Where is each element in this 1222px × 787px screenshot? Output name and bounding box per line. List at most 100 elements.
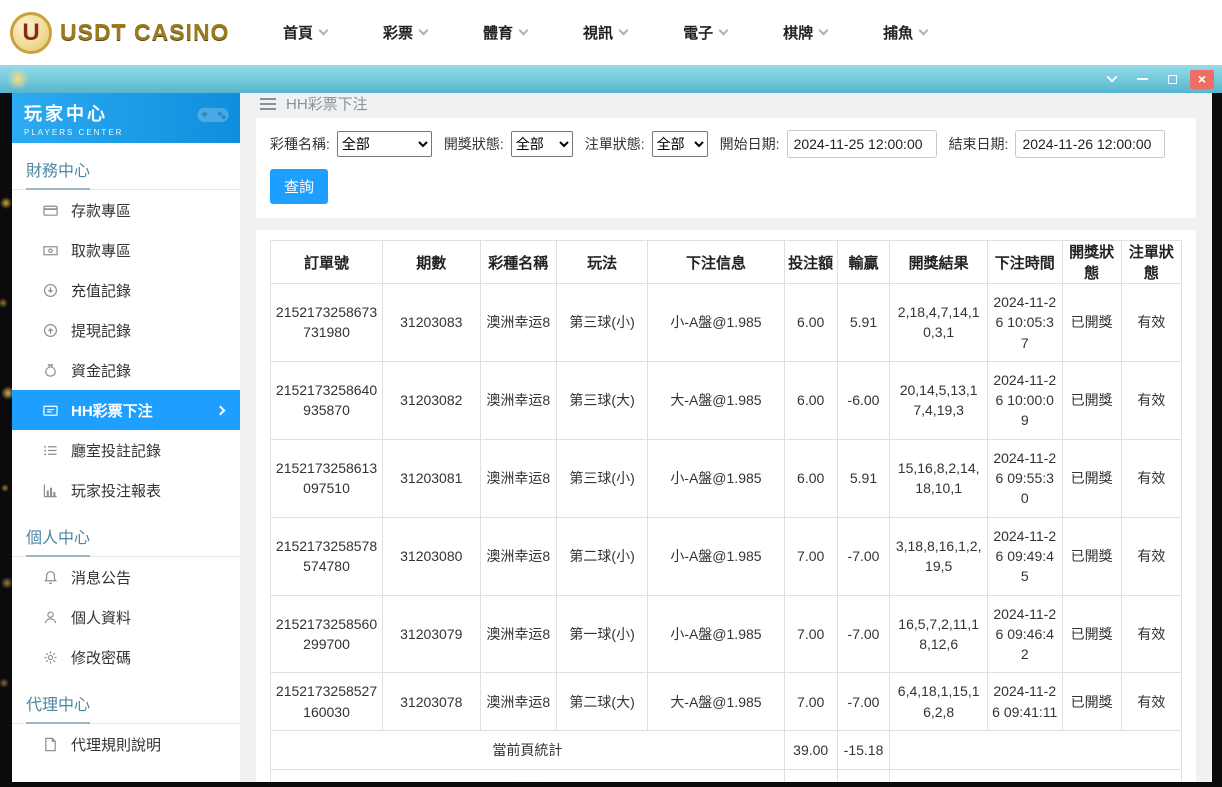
summary-row-total: 總統計39.00-15.18 [271, 770, 1182, 782]
cell-time: 2024-11-26 09:46:42 [987, 595, 1062, 673]
cell-result: 16,5,7,2,11,18,12,6 [890, 595, 987, 673]
sidebar-item[interactable]: 廳室投註記錄 [12, 430, 240, 470]
sidebar-item[interactable]: 修改密碼 [12, 637, 240, 677]
cell-amount: 6.00 [784, 361, 837, 439]
nav-item-6[interactable]: 棋牌 [783, 22, 827, 43]
cell-draw-status: 已開獎 [1062, 595, 1121, 673]
cell-period: 31203080 [383, 517, 480, 595]
chevron-right-icon [216, 405, 226, 415]
bet-status-select[interactable]: 全部 [652, 131, 708, 157]
nav-item-label: 視訊 [583, 22, 613, 43]
sidebar-item[interactable]: 個人資料 [12, 597, 240, 637]
sidebar-item[interactable]: HH彩票下注 [12, 390, 240, 430]
sidebar-item[interactable]: 代理規則說明 [12, 724, 240, 764]
logo: U USDT CASINO [10, 12, 255, 54]
cell-bet-status: 有效 [1121, 673, 1181, 731]
menu-icon[interactable] [260, 98, 276, 110]
table-body: 215217325867373198031203083澳洲幸运8第三球(小)小-… [271, 284, 1182, 783]
cell-play: 第二球(小) [557, 517, 648, 595]
cell-order: 2152173258640935870 [271, 361, 383, 439]
cell-winloss: -6.00 [837, 361, 890, 439]
nav-item-3[interactable]: 體育 [483, 22, 527, 43]
sidebar-item[interactable]: 取款專區 [12, 230, 240, 270]
cell-draw-status: 已開獎 [1062, 439, 1121, 517]
sidebar-item-label: 取款專區 [71, 240, 131, 261]
cell-lottery: 澳洲幸运8 [480, 673, 557, 731]
cell-play: 第一球(小) [557, 595, 648, 673]
nav-item-1[interactable]: 首頁 [283, 22, 327, 43]
cell-lottery: 澳洲幸运8 [480, 361, 557, 439]
sidebar-section-label: 代理中心 [26, 691, 90, 724]
cell-period: 31203079 [383, 595, 480, 673]
cell-order: 2152173258578574780 [271, 517, 383, 595]
cell-lottery: 澳洲幸运8 [480, 595, 557, 673]
sidebar-item-label: 廳室投註記錄 [71, 440, 161, 461]
cell-winloss: 5.91 [837, 284, 890, 362]
nav-item-label: 電子 [683, 22, 713, 43]
cell-bet-status: 有效 [1121, 517, 1181, 595]
cell-draw-status: 已開獎 [1062, 361, 1121, 439]
nav-item-label: 棋牌 [783, 22, 813, 43]
nav-item-4[interactable]: 視訊 [583, 22, 627, 43]
cell-bet-status: 有效 [1121, 284, 1181, 362]
lottery-name-select[interactable]: 全部 [337, 131, 432, 157]
chevron-down-icon [719, 26, 729, 36]
nav-item-5[interactable]: 電子 [683, 22, 727, 43]
cashout-record-icon [42, 322, 58, 338]
column-header: 投注額 [784, 241, 837, 284]
cell-bet-status: 有效 [1121, 439, 1181, 517]
draw-status-select[interactable]: 全部 [511, 131, 573, 157]
cell-time: 2024-11-26 10:00:09 [987, 361, 1062, 439]
sidebar-item[interactable]: 資金記錄 [12, 350, 240, 390]
close-icon[interactable]: × [1190, 70, 1214, 89]
sidebar-header: 玩家中心 PLAYERS CENTER [12, 93, 240, 143]
nav-item-2[interactable]: 彩票 [383, 22, 427, 43]
sidebar-item-label: 代理規則說明 [71, 734, 161, 755]
sidebar-item[interactable]: 存款專區 [12, 190, 240, 230]
cell-bet-status: 有效 [1121, 595, 1181, 673]
sidebar-item[interactable]: 玩家投注報表 [12, 470, 240, 510]
start-date-input[interactable] [787, 130, 937, 158]
sidebar-item-label: 玩家投注報表 [71, 480, 161, 501]
cell-order: 2152173258527160030 [271, 673, 383, 731]
sidebar-item-label: 修改密碼 [71, 647, 131, 668]
sidebar-item[interactable]: 充值記錄 [12, 270, 240, 310]
cell-time: 2024-11-26 09:49:45 [987, 517, 1062, 595]
sidebar-item-label: 個人資料 [71, 607, 131, 628]
cell-draw-status: 已開獎 [1062, 673, 1121, 731]
logo-text: USDT CASINO [60, 19, 229, 46]
table-row: 215217325852716003031203078澳洲幸运8第二球(大)大-… [271, 673, 1182, 731]
cell-winloss: -7.00 [837, 595, 890, 673]
filter-label: 注單狀態: [585, 134, 645, 154]
main-nav: 首頁 彩票 體育 視訊 電子 棋牌 捕魚 [255, 22, 1222, 43]
sidebar-item[interactable]: 提現記錄 [12, 310, 240, 350]
sidebar-section-title: 財務中心 [12, 143, 240, 190]
cell-time: 2024-11-26 09:41:11 [987, 673, 1062, 731]
cell-time: 2024-11-26 09:55:30 [987, 439, 1062, 517]
cell-play: 第三球(小) [557, 439, 648, 517]
table-row: 215217325864093587031203082澳洲幸运8第三球(大)大-… [271, 361, 1182, 439]
chevron-down-icon[interactable] [1100, 70, 1124, 89]
cell-play: 第三球(小) [557, 284, 648, 362]
cell-result: 20,14,5,13,17,4,19,3 [890, 361, 987, 439]
gamepad-icon [196, 105, 230, 130]
sidebar-section-title: 個人中心 [12, 510, 240, 557]
filter-card: 彩種名稱:全部開獎狀態:全部注單狀態:全部開始日期:結束日期: 查詢 [256, 118, 1196, 218]
minimize-icon[interactable] [1130, 70, 1154, 89]
search-button[interactable]: 查詢 [270, 169, 328, 204]
user-icon [42, 609, 58, 625]
cell-amount: 7.00 [784, 595, 837, 673]
sidebar-item[interactable]: 消息公告 [12, 557, 240, 597]
nav-item-label: 捕魚 [883, 22, 913, 43]
player-report-icon [42, 482, 58, 498]
cell-lottery: 澳洲幸运8 [480, 517, 557, 595]
cell-lottery: 澳洲幸运8 [480, 284, 557, 362]
nav-item-7[interactable]: 捕魚 [883, 22, 927, 43]
cell-bet-info: 小-A盤@1.985 [648, 517, 785, 595]
cell-order: 2152173258560299700 [271, 595, 383, 673]
gear-icon [42, 649, 58, 665]
maximize-icon[interactable] [1160, 70, 1184, 89]
deposit-card-icon [42, 202, 58, 218]
filter-label: 彩種名稱: [270, 134, 330, 154]
end-date-input[interactable] [1015, 130, 1165, 158]
